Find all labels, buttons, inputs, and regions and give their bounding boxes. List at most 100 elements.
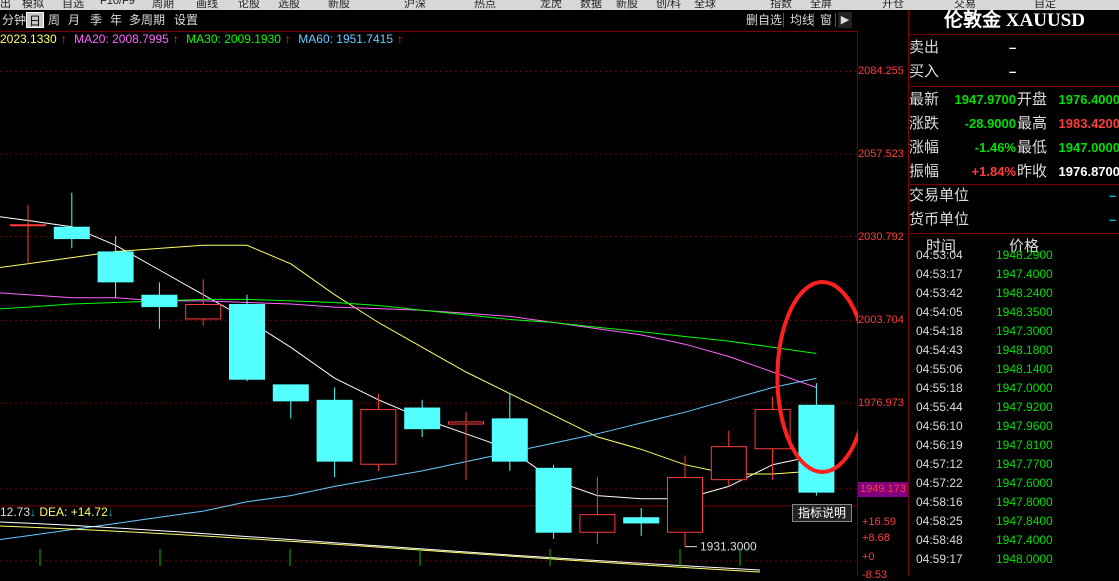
- period-button-6[interactable]: 多周期: [127, 12, 167, 28]
- quote-label: 振幅: [909, 163, 940, 180]
- tick-time: 04:56:19: [916, 438, 963, 452]
- tick-row: 04:56:10 1947.9600: [909, 417, 1119, 436]
- candle-body: [535, 467, 572, 533]
- candle-body: [10, 224, 46, 227]
- toolbar-right-button-1[interactable]: 均线: [788, 12, 816, 28]
- top-menu-item[interactable]: 交易: [954, 0, 976, 10]
- period-button-5[interactable]: 年: [108, 12, 124, 28]
- toolbar-right-button-2[interactable]: 窗: [818, 12, 834, 28]
- quote-row: 振幅 +1.84% 昨收 1976.8700: [909, 160, 1119, 184]
- candlestick-chart[interactable]: 1931.3000: [0, 32, 858, 576]
- tick-price: 1947.8000: [996, 495, 1053, 509]
- tick-price: 1947.9600: [996, 419, 1053, 433]
- period-button-3[interactable]: 月: [66, 12, 82, 28]
- candle-body: [360, 409, 397, 465]
- divider: [909, 233, 1119, 234]
- buy-label: 买入: [909, 63, 940, 80]
- tick-price: 1947.4000: [996, 267, 1053, 281]
- tick-price: 1947.4000: [996, 533, 1053, 547]
- tick-price: 1948.3500: [996, 305, 1053, 319]
- top-menu-item[interactable]: 画线: [196, 0, 218, 10]
- up-arrow-icon: ↑: [60, 32, 71, 46]
- period-button-1[interactable]: 日: [26, 12, 45, 28]
- top-menu-strip: 出 模拟 自选 F10/F9 周期 画线 论股 选股 新股 沪深 热点 龙虎 数据 新股 创/科 全球 指数 全屏…: [0, 0, 1119, 10]
- top-menu-item[interactable]: 沪深: [404, 0, 426, 10]
- quote-value: -28.9000: [964, 116, 1016, 131]
- tick-row: 04:55:06 1948.1400: [909, 360, 1119, 379]
- top-menu-item[interactable]: 新股: [328, 0, 350, 10]
- candle-body: [623, 517, 660, 524]
- candle-body: [97, 251, 134, 283]
- tick-price: 1948.1400: [996, 362, 1053, 376]
- ma-line-ma30: [0, 298, 817, 354]
- candle-body: [491, 418, 528, 462]
- price-axis-label: 2030.792: [858, 230, 904, 243]
- ma-legend-item-2: MA30: 2009.1930: [186, 32, 281, 46]
- top-menu-item[interactable]: 论股: [238, 0, 260, 10]
- top-menu-item[interactable]: 自定: [1034, 0, 1056, 10]
- min-price-label: 1931.3000: [700, 540, 757, 554]
- tick-row: 04:54:43 1948.1800: [909, 341, 1119, 360]
- quote-value: 1976.4000: [1058, 92, 1119, 107]
- tick-list[interactable]: 04:53:04 1948.2900 04:53:17 1947.4000 04:53:…: [909, 246, 1119, 576]
- quote-value: 1947.9700: [954, 92, 1016, 107]
- top-menu-item[interactable]: 全屏: [810, 0, 832, 10]
- period-button-4[interactable]: 季: [88, 12, 104, 28]
- up-arrow-icon: ↑: [284, 32, 295, 46]
- top-menu-item[interactable]: 创/科: [656, 0, 681, 10]
- period-button-0[interactable]: 分钟: [0, 12, 28, 28]
- tick-price: 1948.2400: [996, 286, 1053, 300]
- top-menu-item[interactable]: 龙虎: [540, 0, 562, 10]
- trade-unit-label: 交易单位: [909, 187, 970, 204]
- candle-body: [316, 399, 353, 462]
- top-menu-item[interactable]: 选股: [278, 0, 300, 10]
- top-menu-item[interactable]: F10/F9: [100, 0, 135, 7]
- candle-body: [141, 294, 178, 308]
- instrument-title: 伦敦金 XAUUSD: [944, 10, 1085, 31]
- down-arrow-icon: ↓: [30, 505, 37, 519]
- candle-body: [404, 407, 441, 430]
- candle-body: [798, 404, 835, 493]
- tick-time: 04:54:05: [916, 305, 963, 319]
- ma-line-ma20: [0, 292, 817, 388]
- top-menu-item[interactable]: 数据: [580, 0, 602, 10]
- top-menu-item[interactable]: 全球: [694, 0, 716, 10]
- tick-row: 04:58:48 1947.4000: [909, 531, 1119, 550]
- top-menu-item[interactable]: 自选: [62, 0, 84, 10]
- period-button-2[interactable]: 周: [46, 12, 62, 28]
- candle-body: [667, 477, 703, 533]
- top-menu-item[interactable]: 出: [0, 0, 11, 10]
- quote-value: 1976.8700: [1058, 164, 1119, 179]
- tick-row: 04:53:17 1947.4000: [909, 265, 1119, 284]
- tick-time: 04:55:18: [916, 381, 963, 395]
- tick-time: 04:58:48: [916, 533, 963, 547]
- quote-row: 涨跌 -28.9000 最高 1983.4200: [909, 112, 1119, 136]
- tick-time: 04:53:17: [916, 267, 963, 281]
- top-menu-item[interactable]: 指数: [770, 0, 792, 10]
- indicator-help-button[interactable]: 指标说明: [792, 504, 852, 522]
- sell-label: 卖出: [909, 39, 940, 56]
- collapse-panel-icon[interactable]: ▶: [838, 12, 852, 28]
- down-arrow-icon: ↓: [107, 505, 114, 519]
- macd-axis-label: +8.68: [862, 532, 890, 544]
- toolbar-right-button-0[interactable]: 删自选: [744, 12, 784, 28]
- top-menu-item[interactable]: 模拟: [22, 0, 44, 10]
- candle-body: [579, 514, 616, 533]
- top-menu-item[interactable]: 新股: [616, 0, 638, 10]
- price-axis: 2084.255 2057.523 2030.792 2003.704 1976.973…: [858, 32, 908, 576]
- currency-unit-value: –: [1109, 212, 1117, 227]
- macd-axis-label: +16.59: [862, 516, 896, 528]
- quote-label: 涨幅: [909, 139, 940, 156]
- price-axis-label: 2057.523: [858, 148, 904, 161]
- top-menu-item[interactable]: 热点: [474, 0, 496, 10]
- ma-legend: 2023.1330 ↑ MA20: 2008.7995 ↑ MA30: 2009.1…: [0, 32, 407, 48]
- top-menu-item[interactable]: 开仓: [882, 0, 904, 10]
- tick-time: 04:58:16: [916, 495, 963, 509]
- quote-value: -1.46%: [974, 140, 1016, 155]
- tick-row: 04:55:18 1947.0000: [909, 379, 1119, 398]
- tick-price: 1947.3000: [996, 324, 1053, 338]
- buy-row: 买入 –: [909, 60, 1119, 84]
- divider: [909, 34, 1119, 35]
- top-menu-item[interactable]: 周期: [152, 0, 174, 10]
- period-button-7[interactable]: 设置: [172, 12, 200, 28]
